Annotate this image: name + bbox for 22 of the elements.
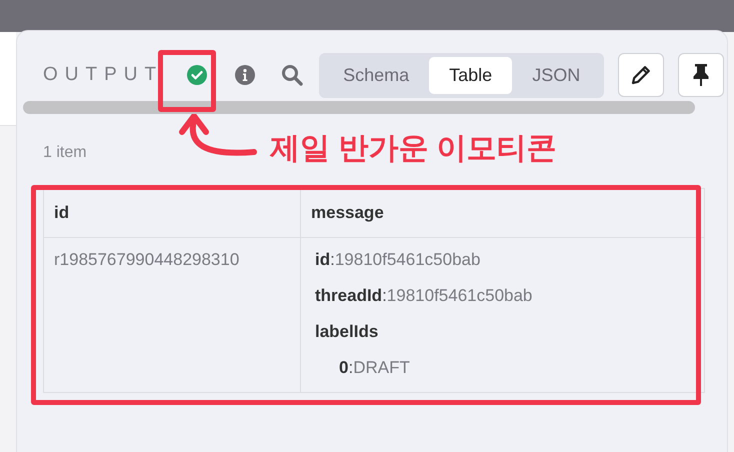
pin-button[interactable] <box>678 53 724 97</box>
check-circle-icon <box>187 65 208 85</box>
field-entry: threadId:19810f5461c50bab <box>315 286 534 306</box>
edit-button[interactable] <box>618 53 664 97</box>
view-tab[interactable]: Table <box>429 56 512 94</box>
item-count: 1 item <box>43 144 87 162</box>
field-entry: 0:DRAFT <box>338 358 411 378</box>
field-entry: id:19810f5461c50bab <box>315 250 482 270</box>
view-tab[interactable]: JSON <box>512 56 600 94</box>
table-cell: r1985767990448298310 <box>44 238 300 392</box>
info-icon[interactable] <box>235 65 256 85</box>
column-header: message <box>300 188 704 238</box>
pin-icon <box>692 63 710 87</box>
view-tab[interactable]: Schema <box>323 56 430 94</box>
scrollbar[interactable] <box>23 101 695 114</box>
panel-title: OUTPUT <box>43 64 164 86</box>
field-key: labelIds <box>315 322 694 342</box>
highlight-frame <box>158 50 216 112</box>
column-header: id <box>44 188 300 238</box>
pencil-icon <box>630 64 652 86</box>
search-icon[interactable] <box>281 64 304 86</box>
annotation-caption: 제일 반가운 이모티콘 <box>270 131 557 167</box>
